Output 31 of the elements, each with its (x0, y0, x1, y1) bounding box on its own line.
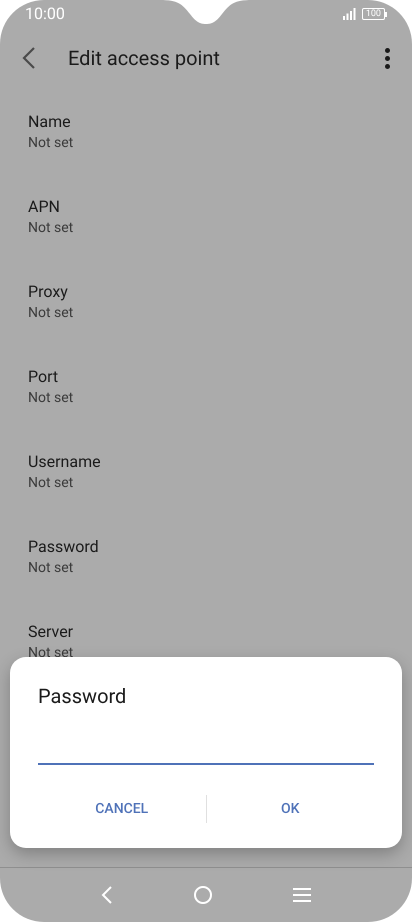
setting-value: Not set (28, 134, 74, 153)
setting-label: Proxy (28, 281, 68, 303)
signal-icon (342, 8, 356, 20)
battery-indicator: 100 (362, 8, 387, 20)
home-icon[interactable] (194, 886, 212, 904)
cancel-button[interactable]: CANCEL (38, 791, 206, 827)
back-icon[interactable] (100, 886, 113, 904)
setting-label: Server (28, 621, 74, 643)
dialog-title: Password (38, 683, 126, 709)
ok-button[interactable]: OK (206, 791, 374, 827)
setting-item[interactable]: Username Not set (0, 451, 412, 536)
setting-value: Not set (28, 644, 74, 663)
setting-value: Not set (28, 474, 74, 493)
setting-item[interactable]: Port Not set (0, 366, 412, 451)
setting-item[interactable]: Name Not set (0, 111, 412, 196)
setting-label: Name (28, 111, 71, 133)
setting-item[interactable]: APN Not set (0, 196, 412, 281)
page-title: Edit access point (68, 45, 221, 72)
setting-value: Not set (28, 389, 74, 408)
setting-label: Port (28, 366, 58, 388)
setting-label: APN (28, 196, 60, 218)
setting-value: Not set (28, 304, 74, 323)
setting-item[interactable]: Password Not set (0, 536, 412, 621)
status-time: 10:00 (25, 3, 65, 25)
setting-value: Not set (28, 219, 74, 238)
setting-value: Not set (28, 559, 74, 578)
setting-item[interactable]: Proxy Not set (0, 281, 412, 366)
back-icon (22, 47, 36, 69)
setting-label: Password (28, 536, 99, 558)
setting-label: Username (28, 451, 101, 473)
menu-icon[interactable] (293, 888, 312, 902)
